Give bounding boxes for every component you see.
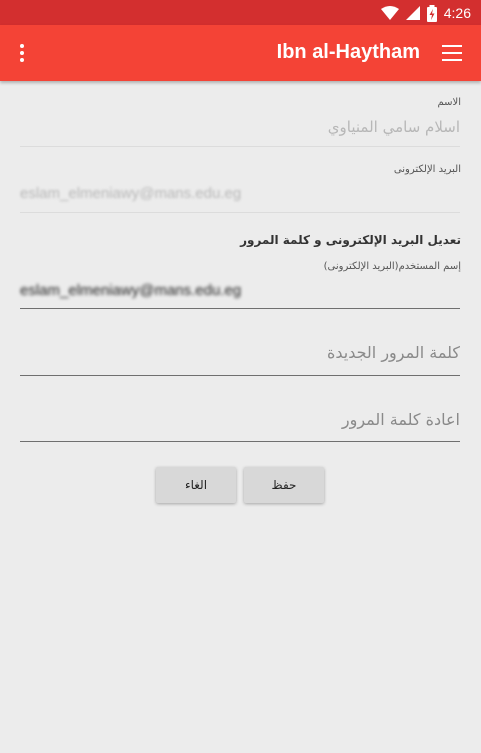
new-password-placeholder: كلمة المرور الجديدة <box>326 343 460 362</box>
signal-icon <box>405 6 420 20</box>
name-label: الاسم <box>437 97 461 108</box>
name-value: اسلام سامي المنياوي <box>327 118 460 136</box>
more-vert-icon[interactable] <box>10 39 34 67</box>
username-value: eslam_elmeniawy@mans.edu.eg <box>20 282 242 299</box>
email-field: eslam_elmeniawy@mans.edu.eg <box>20 185 460 213</box>
confirm-password-placeholder: اعادة كلمة المرور <box>341 410 460 429</box>
section-title: تعديل البريد الإلكترونى و كلمة المرور <box>240 233 461 247</box>
username-input[interactable]: eslam_elmeniawy@mans.edu.eg <box>20 282 460 309</box>
app-bar: Ibn al-Haytham <box>0 25 481 81</box>
cancel-button[interactable]: الغاء <box>156 467 236 503</box>
status-bar: 4:26 <box>0 0 481 25</box>
status-icons: 4:26 <box>380 3 471 23</box>
new-password-input[interactable]: كلمة المرور الجديدة <box>20 343 460 376</box>
menu-icon[interactable] <box>442 44 462 62</box>
status-time: 4:26 <box>443 5 471 21</box>
wifi-icon <box>380 6 399 20</box>
name-field: اسلام سامي المنياوي <box>20 117 460 147</box>
email-label: البريد الإلكترونى <box>393 164 461 175</box>
app-title: Ibn al-Haytham <box>276 41 420 63</box>
save-button[interactable]: حفظ <box>244 467 324 503</box>
username-label: إسم المستخدم(البريد الإلكترونى) <box>323 261 461 272</box>
confirm-password-input[interactable]: اعادة كلمة المرور <box>20 410 460 442</box>
battery-icon <box>426 4 437 22</box>
email-value: eslam_elmeniawy@mans.edu.eg <box>20 185 242 202</box>
